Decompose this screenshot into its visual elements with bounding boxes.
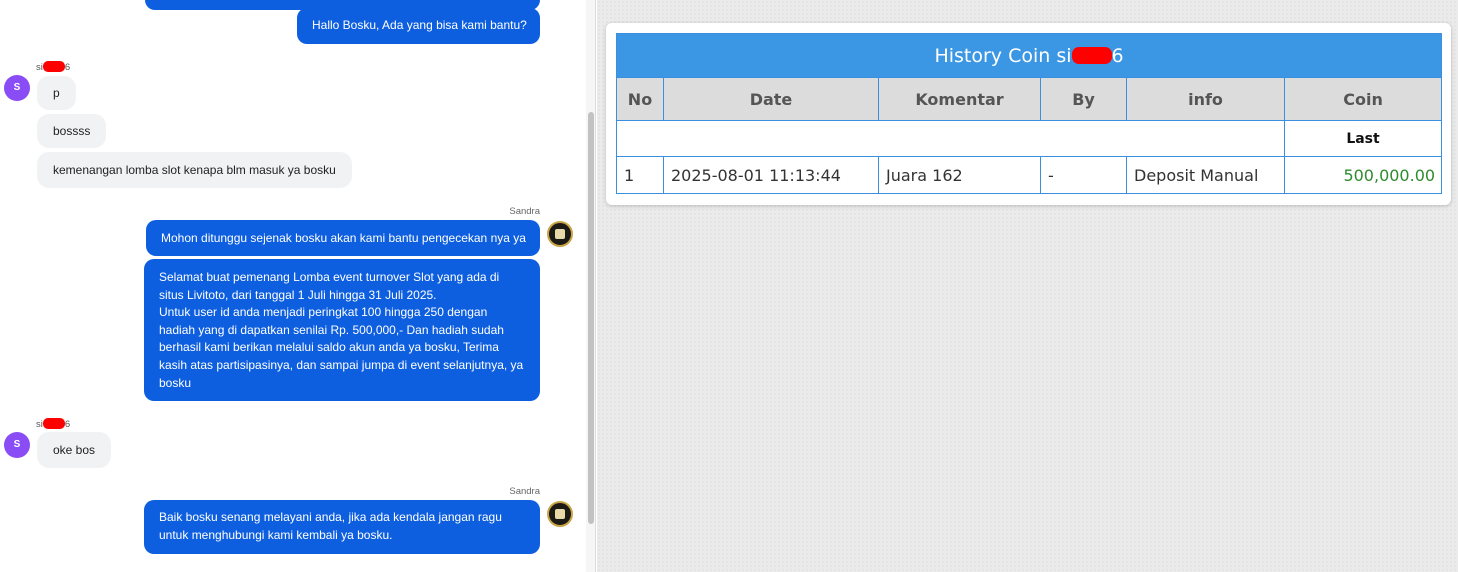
history-title: History Coin si 6 xyxy=(615,33,1443,78)
user-avatar: S xyxy=(4,75,30,101)
agent-message-bubble: Mohon ditunggu sejenak bosku akan kami b… xyxy=(146,220,540,256)
column-header-no: No xyxy=(616,77,664,121)
subheader-blank xyxy=(616,120,1285,157)
agent-greeting-bubble: Hallo Bosku, Ada yang bisa kami bantu? xyxy=(297,8,540,44)
chat-panel: Hallo Bosku, Ada yang bisa kami bantu? s… xyxy=(0,0,586,572)
column-header-komentar: Komentar xyxy=(878,77,1041,121)
user-message-bubble: bossss xyxy=(37,114,107,148)
agent-message-bubble: Baik bosku senang melayani anda, jika ad… xyxy=(144,500,540,554)
subheader-last: Last xyxy=(1283,120,1443,157)
redaction-mark xyxy=(1071,46,1112,64)
agent-avatar xyxy=(547,501,573,527)
user-message-bubble: kemenangan lomba slot kenapa blm masuk y… xyxy=(37,152,352,188)
history-panel: History Coin si 6 No Date Komentar By inf… xyxy=(597,0,1458,572)
user-avatar: S xyxy=(4,432,30,458)
chat-scrollbar[interactable] xyxy=(586,0,596,572)
redaction-mark xyxy=(42,418,65,429)
table-row: 1 2025-08-01 11:13:44 Juara 162 - Deposi… xyxy=(616,156,1443,194)
column-header-info: info xyxy=(1126,77,1285,121)
cell-date: 2025-08-01 11:13:44 xyxy=(663,156,879,194)
cell-by: - xyxy=(1040,156,1127,194)
agent-name-label: Sandra xyxy=(509,486,540,497)
user-message-bubble: oke bos xyxy=(37,432,112,468)
history-coin-table: History Coin si 6 No Date Komentar By inf… xyxy=(615,33,1443,194)
agent-message-bubble: Selamat buat pemenang Lomba event turnov… xyxy=(144,259,540,401)
column-header-by: By xyxy=(1040,77,1127,121)
cell-info: Deposit Manual xyxy=(1126,156,1285,194)
history-card: History Coin si 6 No Date Komentar By inf… xyxy=(606,23,1451,205)
agent-avatar xyxy=(547,221,573,247)
cell-no: 1 xyxy=(616,156,664,194)
cell-coin: 500,000.00 xyxy=(1283,156,1443,194)
column-header-date: Date xyxy=(663,77,879,121)
chat-scrollbar-thumb[interactable] xyxy=(588,112,594,524)
column-header-coin: Coin xyxy=(1283,77,1443,121)
user-name-label: si 6 xyxy=(36,418,71,430)
user-message-bubble: p xyxy=(37,76,76,110)
agent-name-label: Sandra xyxy=(509,206,540,217)
redaction-mark xyxy=(42,61,65,72)
user-name-label: si 6 xyxy=(36,61,71,73)
cell-komentar: Juara 162 xyxy=(878,156,1041,194)
